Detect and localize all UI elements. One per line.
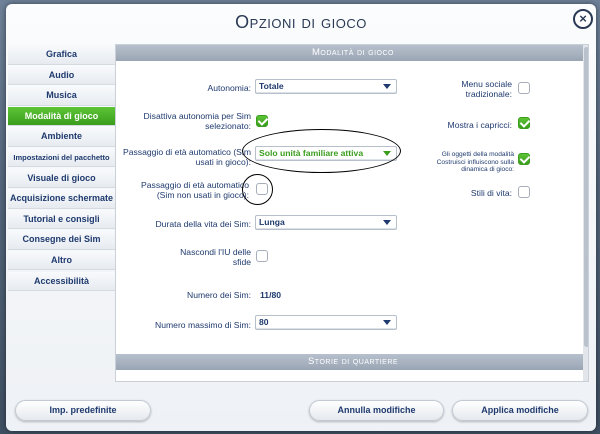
aging-unplayed-label: Passaggio di età automatico (Sim non usa… — [141, 180, 249, 200]
autonomy-label: Autonomia: — [207, 83, 251, 93]
sidebar-item-sim-delivery[interactable]: Consegne dei Sim — [8, 230, 115, 250]
lifespan-label: Durata della vita dei Sim: — [155, 219, 251, 229]
sim-count-value: 11/80 — [260, 290, 282, 300]
sidebar-item-music[interactable]: Musica — [8, 86, 115, 106]
cancel-changes-button[interactable]: Annulla modifiche — [309, 400, 444, 421]
options-dialog: Opzioni di gioco × Grafica Audio Musica … — [6, 4, 596, 431]
hide-challenges-checkbox[interactable] — [256, 250, 268, 262]
sidebar-item-accessibility[interactable]: Accessibilità — [8, 271, 115, 292]
social-menu-label: Menu sociale tradizionale: — [461, 79, 512, 99]
lifestyles-checkbox[interactable] — [518, 186, 530, 198]
sidebar-item-environment[interactable]: Ambiente — [8, 127, 115, 147]
section-header-gameplay: Modalità di gioco — [116, 45, 588, 61]
disable-autonomy-label: Disattiva autonomia per Sim selezionato: — [143, 111, 251, 131]
chevron-down-icon — [383, 320, 391, 325]
sidebar-item-tutorials[interactable]: Tutorial e consigli — [8, 209, 115, 230]
max-sims-label: Numero massimo di Sim: — [155, 320, 251, 330]
max-sims-dropdown[interactable]: 80 — [255, 315, 397, 330]
panel-scrollbar[interactable] — [583, 45, 588, 381]
chevron-down-icon — [383, 84, 391, 89]
disable-autonomy-checkbox[interactable] — [256, 115, 268, 127]
sidebar-item-other[interactable]: Altro — [8, 250, 115, 271]
autonomy-value: Totale — [259, 81, 284, 91]
sidebar-item-camera[interactable]: Visuale di gioco — [8, 168, 115, 189]
sidebar-item-audio[interactable]: Audio — [8, 65, 115, 86]
aging-unplayed-checkbox[interactable] — [256, 183, 268, 195]
lifespan-value: Lunga — [259, 217, 285, 227]
dialog-title: Opzioni di gioco — [235, 12, 367, 32]
apply-changes-button[interactable]: Applica modifiche — [452, 400, 588, 421]
defaults-button[interactable]: Imp. predefinite — [15, 400, 151, 421]
hide-challenges-label: Nascondi l'IU delle sfide — [180, 247, 251, 267]
sidebar: Grafica Audio Musica Modalità di gioco A… — [8, 45, 115, 292]
scrollbar-thumb[interactable] — [584, 47, 588, 347]
close-icon[interactable]: × — [573, 9, 593, 29]
build-mode-objects-checkbox[interactable] — [518, 153, 530, 165]
settings-panel: Modalità di gioco Autonomia: Totale Disa… — [115, 44, 589, 382]
lifestyles-label: Stili di vita: — [470, 188, 512, 198]
chevron-down-icon — [383, 220, 391, 225]
chevron-down-icon — [383, 151, 391, 156]
sidebar-item-gameplay[interactable]: Modalità di gioco — [8, 106, 115, 127]
aging-played-dropdown[interactable]: Solo unità familiare attiva — [255, 146, 397, 161]
sidebar-item-pack-settings[interactable]: Impostazioni del pacchetto — [8, 147, 115, 168]
sidebar-item-screenshots[interactable]: Acquisizione schermate — [8, 189, 115, 209]
social-menu-checkbox[interactable] — [518, 82, 530, 94]
build-mode-objects-label: Gli oggetti della modalità Costruisci in… — [436, 151, 514, 173]
section-header-neighborhood-stories: Storie di quartiere — [116, 354, 588, 370]
sim-count-label: Numero dei Sim: — [187, 290, 251, 300]
autonomy-dropdown[interactable]: Totale — [255, 79, 397, 94]
aging-played-value: Solo unità familiare attiva — [259, 148, 364, 158]
max-sims-value: 80 — [259, 317, 269, 327]
lifespan-dropdown[interactable]: Lunga — [255, 215, 397, 230]
aging-played-label: Passaggio di età automatico (Sim usati i… — [122, 147, 251, 167]
show-whims-label: Mostra i capricci: — [447, 120, 512, 130]
show-whims-checkbox[interactable] — [518, 117, 530, 129]
sidebar-item-graphics[interactable]: Grafica — [8, 45, 115, 65]
